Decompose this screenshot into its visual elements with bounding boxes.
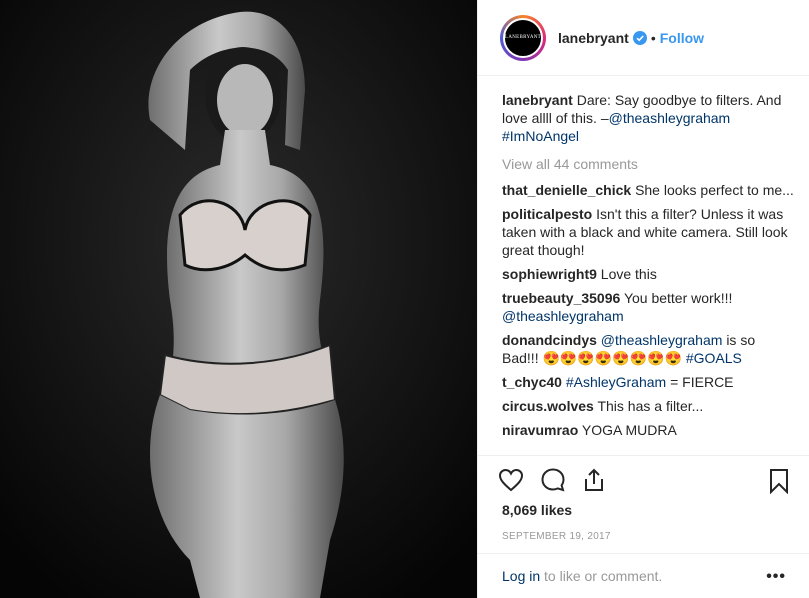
post-date: SEPTEMBER 19, 2017 [502, 531, 611, 542]
comment-text: YOGA MUDRA [581, 422, 677, 438]
comment-username[interactable]: truebeauty_35096 [502, 290, 620, 306]
post-photo[interactable] [0, 0, 477, 598]
share-icon [585, 468, 603, 491]
login-bar: Log in to like or comment. ••• [478, 553, 809, 598]
caption-username[interactable]: lanebryant [502, 92, 573, 108]
comment: niravumrao YOGA MUDRA [502, 421, 795, 439]
post-header: LANEBRYANT lanebryant • Follow [478, 0, 809, 76]
action-bar: 8,069 likes SEPTEMBER 19, 2017 [478, 455, 809, 542]
separator-dot: • [650, 29, 656, 46]
comment: politicalpesto Isn't this a filter? Unle… [502, 205, 795, 259]
comment-hashtag[interactable]: #GOALS [686, 350, 742, 366]
comment: donandcindys @theashleygraham is so Bad!… [502, 331, 795, 367]
login-link[interactable]: Log in [502, 568, 540, 584]
comment: sophiewright9 Love this [502, 265, 795, 283]
caption-mention[interactable]: @theashleygraham [609, 110, 731, 126]
header-username[interactable]: lanebryant [558, 30, 629, 46]
comment-text: This has a filter... [597, 398, 704, 414]
likes-count[interactable]: 8,069 likes [478, 502, 809, 518]
heart-icon [498, 468, 524, 492]
avatar-story-ring[interactable]: LANEBRYANT [500, 14, 546, 61]
follow-button[interactable]: Follow [660, 30, 704, 46]
caption-hashtag[interactable]: #ImNoAngel [502, 128, 579, 144]
comment-button[interactable] [540, 467, 566, 493]
comment: that_denielle_chick She looks perfect to… [502, 181, 795, 199]
comment-mention[interactable]: @theashleygraham [601, 332, 723, 348]
comment-username[interactable]: sophiewright9 [502, 266, 597, 282]
caption: lanebryant Dare: Say goodbye to filters.… [502, 91, 795, 145]
post-sidebar: LANEBRYANT lanebryant • Follow lanebryan… [477, 0, 809, 598]
comment-text: Love this [600, 266, 657, 282]
photo-figure [0, 0, 477, 598]
comment-username[interactable]: niravumrao [502, 422, 578, 438]
comment-text: You better work!!! [623, 290, 733, 306]
comment-username[interactable]: that_denielle_chick [502, 182, 631, 198]
comment-mention[interactable]: @theashleygraham [502, 308, 624, 324]
comment-text: She looks perfect to me... [635, 182, 794, 198]
comment-username[interactable]: t_chyc40 [502, 374, 562, 390]
comment: t_chyc40 #AshleyGraham = FIERCE [502, 373, 795, 391]
comment: circus.wolves This has a filter... [502, 397, 795, 415]
comment-emoji: 😍😍😍😍😍😍😍😍 [542, 350, 682, 366]
save-button[interactable] [768, 468, 790, 499]
comment-username[interactable]: circus.wolves [502, 398, 594, 414]
comment-bubble-icon [541, 468, 565, 492]
comment-text: = FIERCE [670, 374, 734, 390]
login-prompt: to like or comment. [544, 568, 663, 584]
bookmark-icon [770, 469, 788, 495]
comment-hashtag[interactable]: #AshleyGraham [566, 374, 666, 390]
comments-list: lanebryant Dare: Say goodbye to filters.… [478, 76, 809, 439]
verified-badge-icon [632, 30, 647, 45]
post-container: LANEBRYANT lanebryant • Follow lanebryan… [0, 0, 809, 598]
like-button[interactable] [498, 468, 524, 492]
comment: truebeauty_35096 You better work!!! @the… [502, 289, 795, 325]
action-icons [478, 456, 809, 504]
share-button[interactable] [582, 467, 606, 493]
avatar[interactable]: LANEBRYANT [503, 17, 543, 58]
comment-username[interactable]: donandcindys [502, 332, 597, 348]
comment-username[interactable]: politicalpesto [502, 206, 592, 222]
view-all-comments-link[interactable]: View all 44 comments [502, 155, 795, 173]
more-options-icon[interactable]: ••• [766, 568, 786, 586]
